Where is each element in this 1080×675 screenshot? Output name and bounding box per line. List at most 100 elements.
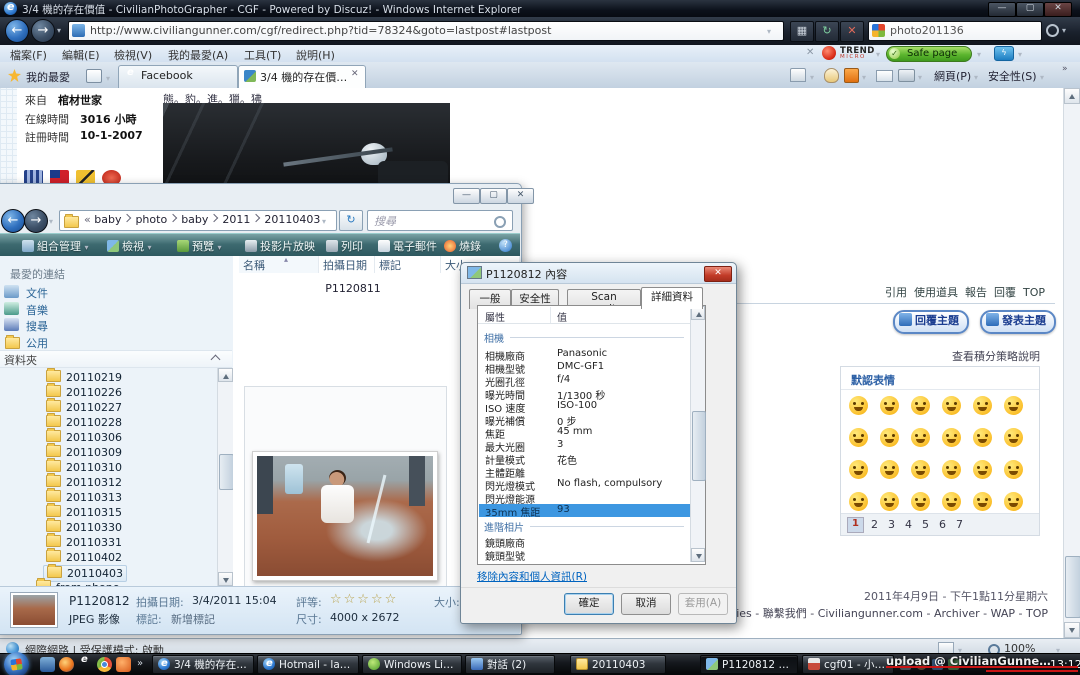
crumb-baby[interactable]: baby xyxy=(94,213,121,226)
safety-menu-dropdown[interactable] xyxy=(1040,70,1044,83)
emoticon-icon[interactable] xyxy=(973,396,992,415)
taskbar-button-chat[interactable]: 對話 (2) xyxy=(465,655,555,674)
tree-scrollbar-thumb[interactable] xyxy=(219,454,234,490)
property-row[interactable]: 曝光時間1/1300 秒 xyxy=(479,387,690,400)
emoticon-icon[interactable] xyxy=(942,492,961,511)
tree-scrollbar[interactable] xyxy=(217,368,233,586)
media-player-icon[interactable] xyxy=(59,657,74,672)
favorites-button[interactable]: 我的最愛 xyxy=(26,69,70,85)
folder-item[interactable]: 20110330 xyxy=(46,520,122,535)
emoticon-icon[interactable] xyxy=(911,428,930,447)
tab-facebook[interactable]: Facebook xyxy=(118,65,238,88)
emoticon-icon[interactable] xyxy=(1004,492,1023,511)
folder-item[interactable]: 20110227 xyxy=(46,400,122,415)
reading-hand-icon[interactable] xyxy=(824,68,839,83)
page-7[interactable]: 7 xyxy=(956,518,963,531)
tree-scroll-down-icon[interactable] xyxy=(218,572,233,586)
trend-wtp-icon[interactable]: ϟ xyxy=(994,46,1014,61)
tab-active-thread[interactable]: 3/4 機的存在價值 - Civ... ✕ xyxy=(238,65,366,88)
property-row[interactable]: 鏡頭廠商 xyxy=(479,535,690,548)
taskbar-button-windows-live[interactable]: Windows Live ... xyxy=(362,655,462,674)
nav-documents[interactable]: 文件 xyxy=(26,285,48,301)
nav-searches[interactable]: 搜尋 xyxy=(26,318,48,334)
safe-page-button[interactable]: ✓ Safe page xyxy=(886,46,972,62)
explorer-maximize-button[interactable]: ▢ xyxy=(480,188,507,204)
emoticon-icon[interactable] xyxy=(880,492,899,511)
stop-button[interactable]: ✕ xyxy=(840,21,864,42)
page-scrollbar[interactable] xyxy=(1063,88,1080,638)
dialog-scrollbar[interactable] xyxy=(690,306,705,562)
safety-menu-button[interactable]: 安全性(S) xyxy=(988,68,1037,84)
emoticon-icon[interactable] xyxy=(942,396,961,415)
ok-button[interactable]: 確定 xyxy=(564,593,614,615)
print-button[interactable]: 列印 xyxy=(326,238,363,254)
print-dropdown[interactable] xyxy=(918,70,922,83)
column-date-taken[interactable]: 拍攝日期 xyxy=(319,256,375,273)
details-date-value[interactable]: 3/4/2011 15:04 xyxy=(192,594,277,607)
dialog-scrollbar-thumb[interactable] xyxy=(692,411,706,481)
print-icon[interactable] xyxy=(898,69,915,82)
emoticon-icon[interactable] xyxy=(973,428,992,447)
folder-item[interactable]: 20110313 xyxy=(46,490,122,505)
property-row[interactable]: 主體距離 xyxy=(479,465,690,478)
property-row[interactable]: 焦距45 mm xyxy=(479,426,690,439)
home-dropdown[interactable] xyxy=(810,70,814,83)
emoticon-icon[interactable] xyxy=(880,460,899,479)
property-row[interactable]: 計量模式花色 xyxy=(479,452,690,465)
property-row[interactable]: 曝光補償0 步 xyxy=(479,413,690,426)
taskbar-button-hotmail[interactable]: Hotmail - ladios... xyxy=(257,655,359,674)
explorer-close-button[interactable]: ✕ xyxy=(507,188,534,204)
page-2[interactable]: 2 xyxy=(871,518,878,531)
menu-help[interactable]: 說明(H) xyxy=(296,47,335,63)
property-column-header[interactable]: 屬性 xyxy=(485,309,505,324)
nav-public[interactable]: 公用 xyxy=(26,335,48,351)
dialog-close-button[interactable]: ✕ xyxy=(704,266,732,282)
email-button[interactable]: 電子郵件 xyxy=(378,238,437,254)
emoticon-icon[interactable] xyxy=(849,396,868,415)
safe-page-dropdown[interactable] xyxy=(977,47,981,60)
emoticon-icon[interactable] xyxy=(973,492,992,511)
emoticon-icon[interactable] xyxy=(942,428,961,447)
minimize-button[interactable]: — xyxy=(988,2,1016,17)
read-mail-icon[interactable] xyxy=(876,70,893,82)
home-icon[interactable] xyxy=(790,68,806,82)
tab-close-icon[interactable]: ✕ xyxy=(351,69,359,79)
rating-stars-icon[interactable]: ☆☆☆☆☆ xyxy=(330,592,398,607)
cancel-button[interactable]: 取消 xyxy=(621,593,671,615)
folder-item[interactable]: 20110306 xyxy=(46,430,122,445)
folder-item[interactable]: 20110309 xyxy=(46,445,122,460)
file-label-p1120811[interactable]: P1120811 xyxy=(293,282,413,295)
emoticon-icon[interactable] xyxy=(973,460,992,479)
emoticon-icon[interactable] xyxy=(849,460,868,479)
quick-tabs-icon[interactable] xyxy=(86,69,102,83)
folders-band[interactable]: 資料夾 xyxy=(0,350,232,368)
tab-details[interactable]: 詳細資料 xyxy=(641,287,703,309)
folder-item[interactable]: 20110312 xyxy=(46,475,122,490)
organize-button[interactable]: 組合管理 xyxy=(22,238,89,254)
post-photo[interactable] xyxy=(163,103,450,187)
quicklaunch-app-icon[interactable] xyxy=(116,657,131,672)
emoticon-icon[interactable] xyxy=(942,460,961,479)
close-button[interactable]: ✕ xyxy=(1044,2,1072,17)
folder-item[interactable]: 20110402 xyxy=(46,550,122,565)
rss-feed-icon[interactable] xyxy=(844,68,859,83)
explorer-minimize-button[interactable]: — xyxy=(453,188,480,204)
dialog-scroll-down-icon[interactable] xyxy=(691,548,705,562)
search-magnifier-icon[interactable] xyxy=(1046,24,1059,37)
address-dropdown[interactable] xyxy=(767,24,771,37)
property-row[interactable]: 相機型號DMC-GF1 xyxy=(479,361,690,374)
folder-item[interactable]: 20110310 xyxy=(46,460,122,475)
property-row[interactable]: 最大光圈3 xyxy=(479,439,690,452)
crumb-baby2[interactable]: baby xyxy=(181,213,208,226)
property-row[interactable]: 光圈孔徑f/4 xyxy=(479,374,690,387)
emoticon-icon[interactable] xyxy=(880,428,899,447)
forward-button[interactable]: → xyxy=(31,19,55,43)
remove-properties-link[interactable]: 移除內容和個人資訊(R) xyxy=(477,569,587,584)
menu-file[interactable]: 檔案(F) xyxy=(10,47,47,63)
toolbar-overflow-chevron[interactable]: » xyxy=(1062,64,1068,74)
explorer-search-box[interactable]: 搜尋 xyxy=(367,210,513,231)
page-3[interactable]: 3 xyxy=(888,518,895,531)
emoticon-icon[interactable] xyxy=(849,428,868,447)
details-tags-value[interactable]: 新增標記 xyxy=(171,611,215,627)
explorer-forward-button[interactable]: → xyxy=(24,209,48,233)
